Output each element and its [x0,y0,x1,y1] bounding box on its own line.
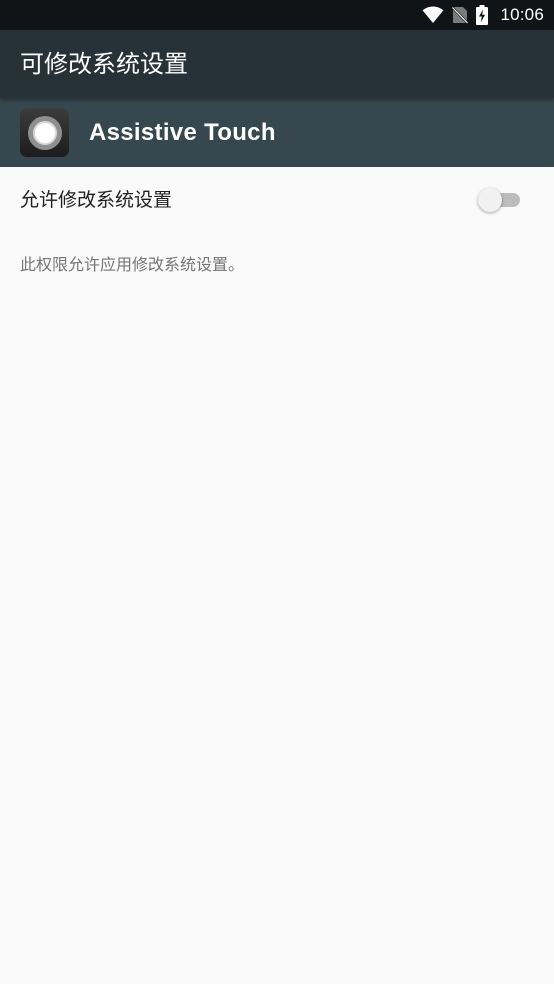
allow-modify-settings-row[interactable]: 允许修改系统设置 [0,167,554,233]
no-sim-icon [452,6,469,24]
app-name: Assistive Touch [89,119,276,146]
status-time: 10:06 [500,5,544,24]
app-header: Assistive Touch [0,98,554,167]
status-bar: 10:06 [0,0,554,30]
status-icons: 10:06 [422,0,544,30]
battery-charging-icon [476,5,489,25]
assistive-touch-app-icon [20,108,69,157]
allow-modify-settings-label: 允许修改系统设置 [20,189,173,211]
app-icon-ring [27,115,62,150]
app-icon-core [32,120,57,145]
app-bar: 可修改系统设置 [0,30,554,98]
allow-modify-settings-toggle[interactable] [478,187,522,213]
page-title: 可修改系统设置 [20,50,188,78]
wifi-icon [422,6,444,24]
permission-description: 此权限允许应用修改系统设置。 [20,255,245,274]
toggle-thumb [478,188,502,212]
